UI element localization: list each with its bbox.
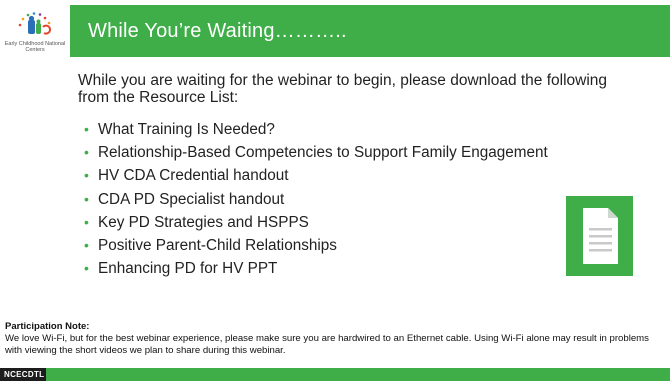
- logo-caption: Early Childhood National Centers: [4, 41, 66, 53]
- list-item-label: Positive Parent-Child Relationships: [98, 237, 337, 255]
- title-bar: While You’re Waiting………..: [70, 5, 670, 57]
- list-item: • CDA PD Specialist handout: [84, 188, 644, 211]
- list-item-label: HV CDA Credential handout: [98, 167, 289, 185]
- bullet-icon: •: [84, 190, 89, 207]
- slide-title: While You’re Waiting………..: [88, 19, 347, 42]
- early-childhood-logo-icon: [18, 12, 52, 35]
- list-item: • Key PD Strategies and HSPPS: [84, 211, 644, 234]
- footer-label: NCECDTL: [0, 368, 46, 381]
- slide-header: Early Childhood National Centers While Y…: [0, 5, 670, 57]
- list-item: • Enhancing PD for HV PPT: [84, 257, 644, 280]
- intro-text: While you are waiting for the webinar to…: [78, 72, 608, 106]
- participation-note-title: Participation Note:: [5, 321, 90, 332]
- bullet-icon: •: [84, 121, 89, 137]
- list-item-label: CDA PD Specialist handout: [98, 190, 285, 208]
- list-item-label: Key PD Strategies and HSPPS: [98, 213, 309, 231]
- bullet-icon: •: [84, 260, 89, 277]
- list-item-label: Enhancing PD for HV PPT: [98, 260, 278, 278]
- bullet-icon: •: [84, 167, 89, 184]
- list-item: • What Training Is Needed?: [84, 118, 644, 141]
- document-tile: [566, 196, 633, 276]
- footer-bar: NCECDTL: [0, 368, 670, 381]
- list-item-label: What Training Is Needed?: [98, 121, 275, 138]
- list-item: • HV CDA Credential handout: [84, 164, 644, 187]
- list-item: • Relationship-Based Competencies to Supp…: [84, 141, 644, 164]
- bullet-icon: •: [84, 237, 89, 254]
- list-item-label: Relationship-Based Competencies to Suppo…: [98, 144, 548, 162]
- bullet-icon: •: [84, 213, 89, 230]
- logo: Early Childhood National Centers: [0, 5, 70, 57]
- resource-list: • What Training Is Needed? • Relationship-…: [84, 118, 644, 280]
- document-icon: [583, 208, 618, 264]
- slide: Early Childhood National Centers While Y…: [0, 0, 670, 381]
- bullet-icon: •: [84, 144, 89, 161]
- list-item: • Positive Parent-Child Relationships: [84, 234, 644, 257]
- participation-note-text: We love Wi-Fi, but for the best webinar …: [5, 333, 649, 356]
